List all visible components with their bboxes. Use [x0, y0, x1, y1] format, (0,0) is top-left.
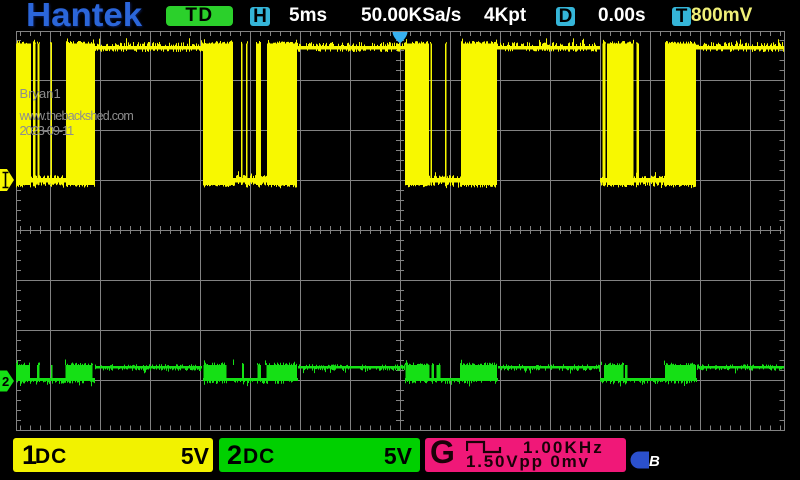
svg-text:2023-09-11: 2023-09-11 [20, 123, 75, 138]
svg-text:www.thebackshed.com: www.thebackshed.com [19, 109, 134, 123]
svg-text:Bryan1: Bryan1 [20, 86, 61, 101]
svg-text:B: B [649, 453, 660, 470]
svg-text:2: 2 [2, 374, 9, 389]
